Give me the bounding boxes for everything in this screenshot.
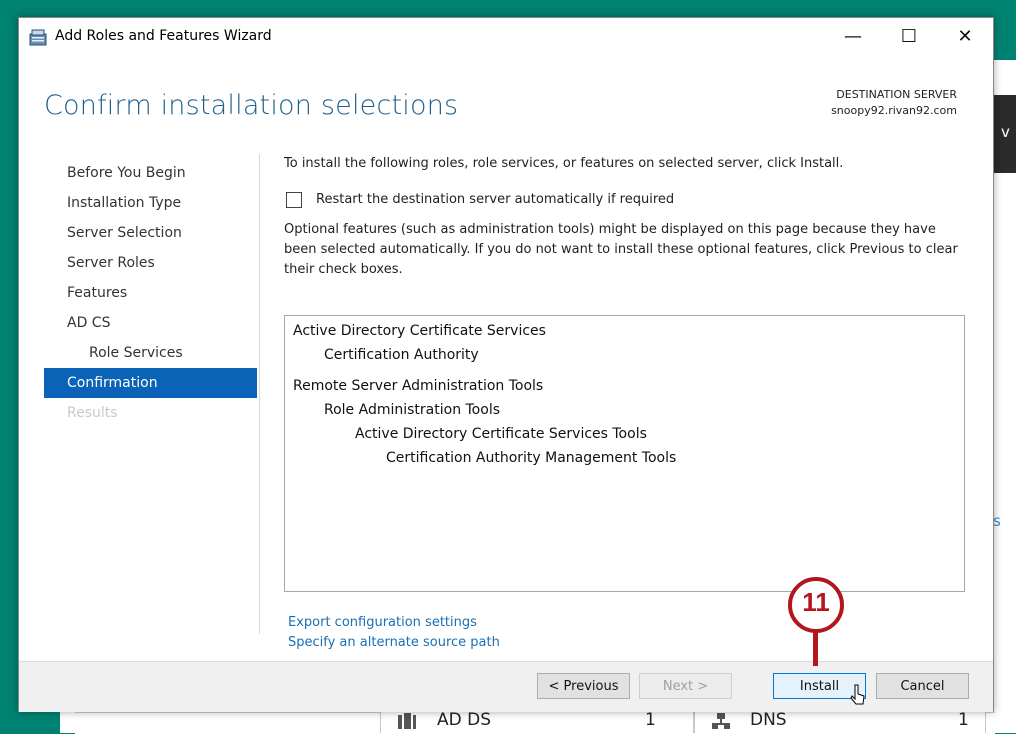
minimize-button[interactable]: — bbox=[831, 24, 875, 50]
destination-server-name: snoopy92.rivan92.com bbox=[831, 104, 957, 117]
server-icon bbox=[398, 713, 416, 729]
window-title: Add Roles and Features Wizard bbox=[55, 28, 272, 44]
tile-count-dns: 1 bbox=[958, 710, 969, 730]
tile-label-ad-ds: AD DS bbox=[437, 710, 492, 730]
nav-item-server-roles[interactable]: Server Roles bbox=[44, 248, 257, 278]
nav-item-results: Results bbox=[67, 405, 118, 421]
nav-item-installation-type[interactable]: Installation Type bbox=[44, 188, 257, 218]
install-instruction: To install the following roles, role ser… bbox=[284, 156, 844, 171]
destination-server-label: DESTINATION SERVER bbox=[836, 88, 957, 101]
page-title: Confirm installation selections bbox=[44, 90, 459, 121]
wizard-app-icon bbox=[29, 29, 47, 46]
cancel-button[interactable]: Cancel bbox=[876, 673, 969, 699]
nav-item-role-services[interactable]: Role Services bbox=[44, 338, 257, 368]
add-roles-wizard-dialog: Add Roles and Features Wizard — ☐ ✕ Conf… bbox=[18, 17, 994, 712]
restart-checkbox[interactable] bbox=[286, 192, 302, 208]
network-icon bbox=[712, 713, 730, 729]
optional-features-note: Optional features (such as administratio… bbox=[284, 222, 958, 277]
dns-tile[interactable] bbox=[694, 712, 986, 733]
close-button[interactable]: ✕ bbox=[943, 24, 987, 50]
previous-button[interactable]: < Previous bbox=[537, 673, 630, 699]
title-bar[interactable]: Add Roles and Features Wizard — ☐ ✕ bbox=[19, 18, 993, 56]
background-dark-panel: v bbox=[993, 95, 1016, 173]
list-item: Remote Server Administration Tools bbox=[293, 378, 544, 394]
list-item: Certification Authority Management Tools bbox=[386, 450, 677, 466]
nav-divider bbox=[259, 154, 260, 634]
nav-item-ad-cs[interactable]: AD CS bbox=[44, 308, 257, 338]
list-item: Certification Authority bbox=[324, 347, 479, 363]
export-configuration-link[interactable]: Export configuration settings bbox=[288, 615, 477, 630]
nav-item-features[interactable]: Features bbox=[44, 278, 257, 308]
nav-item-before-you-begin[interactable]: Before You Begin bbox=[44, 158, 257, 188]
selections-list[interactable]: Active Directory Certificate Services Ce… bbox=[284, 315, 965, 592]
wizard-navigation: Before You Begin Installation Type Serve… bbox=[44, 158, 257, 428]
alternate-source-path-link[interactable]: Specify an alternate source path bbox=[288, 635, 500, 650]
nav-item-server-selection[interactable]: Server Selection bbox=[44, 218, 257, 248]
background-partial-text: s bbox=[993, 512, 1001, 530]
maximize-button[interactable]: ☐ bbox=[887, 24, 931, 50]
tile-label-dns: DNS bbox=[750, 710, 787, 730]
list-item: Active Directory Certificate Services To… bbox=[355, 426, 647, 442]
list-item: Role Administration Tools bbox=[324, 402, 500, 418]
mouse-cursor-icon bbox=[850, 684, 865, 705]
step-callout-number: 11 bbox=[802, 587, 830, 617]
tile-count-ad-ds: 1 bbox=[645, 710, 656, 730]
list-item: Active Directory Certificate Services bbox=[293, 323, 546, 339]
restart-checkbox-label[interactable]: Restart the destination server automatic… bbox=[316, 192, 674, 207]
next-button: Next > bbox=[639, 673, 732, 699]
step-callout-pointer bbox=[813, 632, 818, 666]
nav-item-confirmation[interactable]: Confirmation bbox=[44, 368, 257, 398]
